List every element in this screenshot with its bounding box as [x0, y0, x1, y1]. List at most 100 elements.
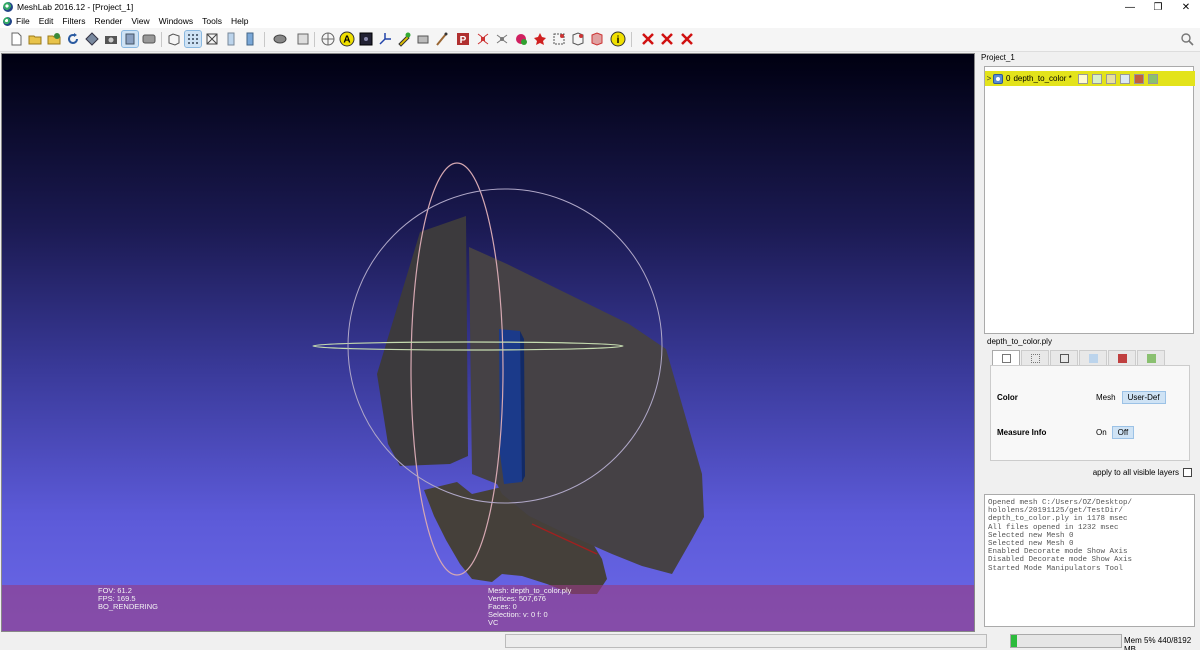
window-controls: — ❐ ✕ — [1116, 0, 1200, 14]
menu-windows[interactable]: Windows — [159, 16, 193, 26]
layer-panel-title: Project_1 — [981, 53, 1015, 62]
save-button[interactable] — [84, 31, 100, 47]
tab-texture[interactable] — [1108, 350, 1136, 365]
menu-filters[interactable]: Filters — [62, 16, 85, 26]
status-message-field — [505, 634, 987, 648]
select-vertices-button[interactable] — [551, 31, 567, 47]
log-line: Enabled Decorate mode Show Axis — [988, 548, 1128, 557]
layer-color-icon[interactable] — [1147, 73, 1158, 84]
tab-points[interactable] — [1021, 350, 1049, 365]
tool-info-button[interactable]: i — [610, 31, 626, 47]
log-line: Selected new Mesh 0 — [988, 531, 1074, 540]
layer-flat-icon[interactable] — [1119, 73, 1130, 84]
layer-bbox-icon[interactable] — [1077, 73, 1088, 84]
image-align-button[interactable]: P — [455, 31, 471, 47]
decorator-panel-title: depth_to_color.ply — [987, 337, 1052, 346]
open-project-button[interactable] — [27, 31, 43, 47]
apply-all-checkbox[interactable] — [1183, 468, 1192, 477]
new-project-button[interactable] — [8, 31, 24, 47]
mesh-stats: Mesh: depth_to_color.ply Vertices: 507,6… — [488, 587, 571, 627]
log-line: Selected new Mesh 0 — [988, 540, 1074, 549]
raster-layers-button[interactable] — [141, 31, 157, 47]
expand-arrow-icon[interactable]: > — [985, 74, 993, 83]
menu-view[interactable]: View — [131, 16, 149, 26]
measure-on-option[interactable]: On — [1096, 428, 1107, 437]
snapshot-button[interactable] — [103, 31, 119, 47]
log-line: Started Mode Manipulators Tool — [988, 564, 1124, 573]
meshlab-menu-icon[interactable] — [3, 16, 12, 26]
bbox-render-button[interactable] — [166, 31, 182, 47]
menu-edit[interactable]: Edit — [39, 16, 54, 26]
layer-row[interactable]: > 0 depth_to_color * — [985, 71, 1195, 86]
measure-off-option[interactable]: Off — [1111, 426, 1135, 439]
layer-name[interactable]: depth_to_color * — [1013, 74, 1071, 83]
tab-bbox[interactable] — [992, 350, 1020, 365]
apply-all-label: apply to all visible layers — [1092, 468, 1179, 477]
log-panel[interactable]: Opened mesh C:/Users/OZ/Desktop/ hololen… — [984, 494, 1195, 627]
color-userdef-option[interactable]: User-Def — [1121, 391, 1166, 404]
tab-color[interactable] — [1137, 350, 1165, 365]
main-toolbar: A P i — [0, 28, 1200, 52]
color-label: Color — [997, 393, 1018, 402]
smooth-render-button[interactable] — [242, 31, 258, 47]
log-line: Opened mesh C:/Users/OZ/Desktop/ — [988, 499, 1133, 507]
left-wall-panel — [377, 216, 468, 466]
title-bar: MeshLab 2016.12 - [Project_1] — ❐ ✕ — [0, 0, 1200, 14]
3d-viewport[interactable]: FOV: 61.2 FPS: 169.5 BO_RENDERING Mesh: … — [1, 53, 975, 632]
svg-text:P: P — [460, 35, 467, 46]
select-connected-button[interactable] — [589, 31, 605, 47]
info-tool-button[interactable] — [358, 31, 374, 47]
delete-selected-vertices-button[interactable] — [640, 31, 656, 47]
points-render-button[interactable] — [184, 30, 202, 48]
menu-file[interactable]: File — [16, 16, 30, 26]
layer-panel: Project_1 > 0 depth_to_color * — [978, 52, 1200, 336]
trackball-button[interactable] — [295, 31, 311, 47]
menu-help[interactable]: Help — [231, 16, 248, 26]
measure-button[interactable] — [396, 31, 412, 47]
annotation-button[interactable]: A — [339, 31, 355, 47]
measure-info-row: Measure Info On Off — [997, 426, 1187, 439]
restore-button[interactable]: ❐ — [1144, 0, 1172, 14]
tab-flat[interactable] — [1079, 350, 1107, 365]
select-faces-button[interactable] — [570, 31, 586, 47]
tab-wireframe[interactable] — [1050, 350, 1078, 365]
bbox-icon — [1002, 354, 1011, 363]
texture-icon — [1118, 354, 1127, 363]
layer-points-icon[interactable] — [1091, 73, 1102, 84]
lighting-button[interactable] — [272, 31, 288, 47]
view-layers-button[interactable] — [121, 30, 139, 48]
trackball-view-button[interactable] — [320, 31, 336, 47]
mesh-scene — [312, 162, 704, 594]
minimize-button[interactable]: — — [1116, 0, 1144, 14]
wireframe-icon — [1060, 354, 1069, 363]
layer-texture-icon[interactable] — [1133, 73, 1144, 84]
color-mode-label: VC — [488, 618, 499, 627]
layer-tree[interactable]: > 0 depth_to_color * — [984, 66, 1195, 334]
menu-tools[interactable]: Tools — [202, 16, 222, 26]
pickpoints-button[interactable] — [434, 31, 450, 47]
georef-button[interactable] — [532, 31, 548, 47]
decorator-options: Color Mesh User-Def Measure Info On Off — [990, 365, 1190, 461]
log-line: Disabled Decorate mode Show Axis — [988, 556, 1133, 565]
render-mode-label: BO_RENDERING — [98, 602, 159, 611]
fill-hole-button[interactable] — [494, 31, 510, 47]
paint-button[interactable] — [415, 31, 431, 47]
wireframe-render-button[interactable] — [204, 31, 220, 47]
search-icon[interactable] — [1180, 32, 1194, 46]
color-mesh-option[interactable]: Mesh — [1096, 393, 1116, 402]
align-button[interactable] — [475, 31, 491, 47]
color-row: Color Mesh User-Def — [997, 391, 1187, 404]
axis-button[interactable] — [377, 31, 393, 47]
menu-render[interactable]: Render — [95, 16, 123, 26]
measure-info-label: Measure Info — [997, 428, 1047, 437]
reload-button[interactable] — [65, 31, 81, 47]
color-edit-button[interactable] — [513, 31, 529, 47]
visibility-eye-icon[interactable] — [993, 73, 1003, 84]
delete-all-button[interactable] — [679, 31, 695, 47]
close-button[interactable]: ✕ — [1172, 0, 1200, 14]
flat-render-button[interactable] — [223, 31, 239, 47]
import-mesh-button[interactable] — [46, 31, 62, 47]
delete-selected-faces-button[interactable] — [659, 31, 675, 47]
memory-text: Mem 5% 440/8192 MB — [1124, 636, 1192, 650]
layer-wire-icon[interactable] — [1105, 73, 1116, 84]
